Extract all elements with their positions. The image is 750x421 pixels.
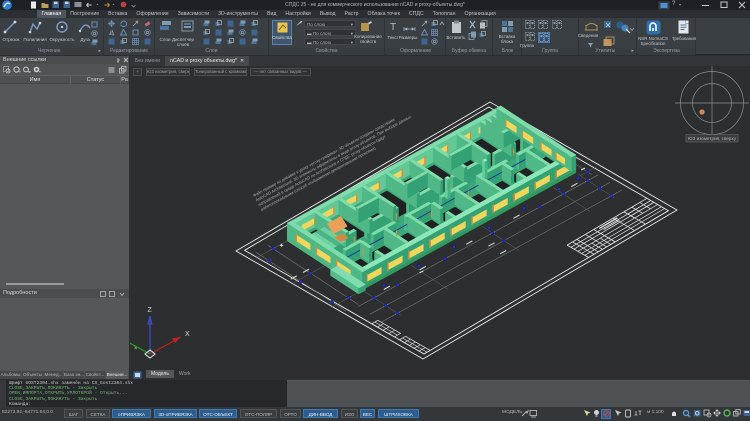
svg-text:ЮЗ изометрия, сверху: ЮЗ изометрия, сверху bbox=[688, 136, 737, 141]
svg-text:X: X bbox=[185, 331, 190, 338]
svg-text:Z: Z bbox=[148, 307, 153, 314]
svg-text:T: T bbox=[390, 22, 396, 32]
svg-text:✦: ✦ bbox=[279, 242, 284, 249]
